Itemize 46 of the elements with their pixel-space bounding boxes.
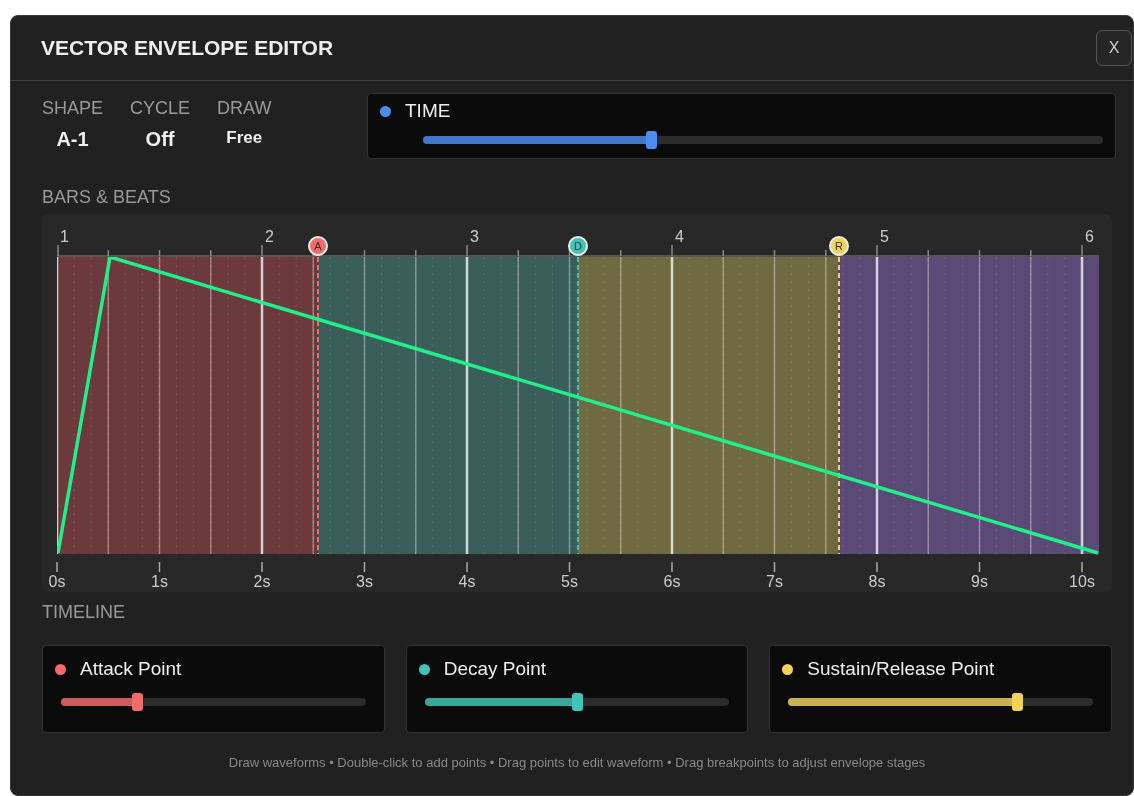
slider-thumb[interactable] <box>132 693 144 711</box>
point-label: Decay Point <box>443 658 547 680</box>
bar-number: 1 <box>60 228 69 246</box>
section-label: TIMELINE <box>42 602 126 623</box>
time-label: 5s <box>561 573 578 591</box>
slider[interactable] <box>424 693 730 711</box>
section-label: BARS & BEATS <box>42 187 172 208</box>
breakpoint-marker[interactable]: A <box>306 235 329 257</box>
time-label: 2s <box>253 573 271 591</box>
bar-number: 4 <box>675 228 684 246</box>
time-label: TIME <box>405 100 451 122</box>
time-label: 7s <box>766 573 783 591</box>
time-label: 1s <box>151 573 168 591</box>
breakpoint-marker[interactable]: R <box>827 235 850 257</box>
slider-thumb[interactable] <box>645 131 657 149</box>
slider[interactable] <box>423 131 1103 149</box>
time-label: 10s <box>1069 573 1095 591</box>
time-label: 9s <box>971 573 988 591</box>
slider-thumb[interactable] <box>1011 693 1023 711</box>
window-title: VECTOR ENVELOPE EDITOR <box>41 36 334 60</box>
stat-label: CYCLE <box>130 98 191 119</box>
time-label: 3s <box>356 573 373 591</box>
stat-value[interactable]: Off <box>145 128 175 151</box>
stat-label: SHAPE <box>42 98 104 119</box>
time-label: 6s <box>663 573 681 591</box>
bar-number: 2 <box>265 228 274 246</box>
time-label: 4s <box>458 573 476 591</box>
slider-thumb[interactable] <box>572 693 583 711</box>
stat-label: DRAW <box>217 98 272 119</box>
bar-number: 6 <box>1085 228 1094 246</box>
stat-value[interactable]: Free <box>226 128 263 148</box>
hint-text: Draw waveforms • Double-click to add points • Drag points to edit waveform • Drag breakpoints to adjust envelope stages <box>227 755 927 770</box>
bar-number: 3 <box>470 228 479 246</box>
time-label: 0s <box>48 573 66 591</box>
slider[interactable] <box>788 693 1093 711</box>
breakpoint-line[interactable] <box>315 257 320 554</box>
breakpoint-marker[interactable]: D <box>567 235 589 257</box>
breakpoint-line[interactable] <box>576 257 580 554</box>
stat-value[interactable]: A-1 <box>56 128 89 151</box>
close-button[interactable]: X <box>1096 30 1132 66</box>
breakpoint-line[interactable] <box>836 257 841 554</box>
time-label: 8s <box>868 573 886 591</box>
point-label: Sustain/Release Point <box>807 658 995 680</box>
slider[interactable] <box>61 693 366 711</box>
point-label: Attack Point <box>80 658 182 680</box>
bar-number: 5 <box>880 228 889 246</box>
